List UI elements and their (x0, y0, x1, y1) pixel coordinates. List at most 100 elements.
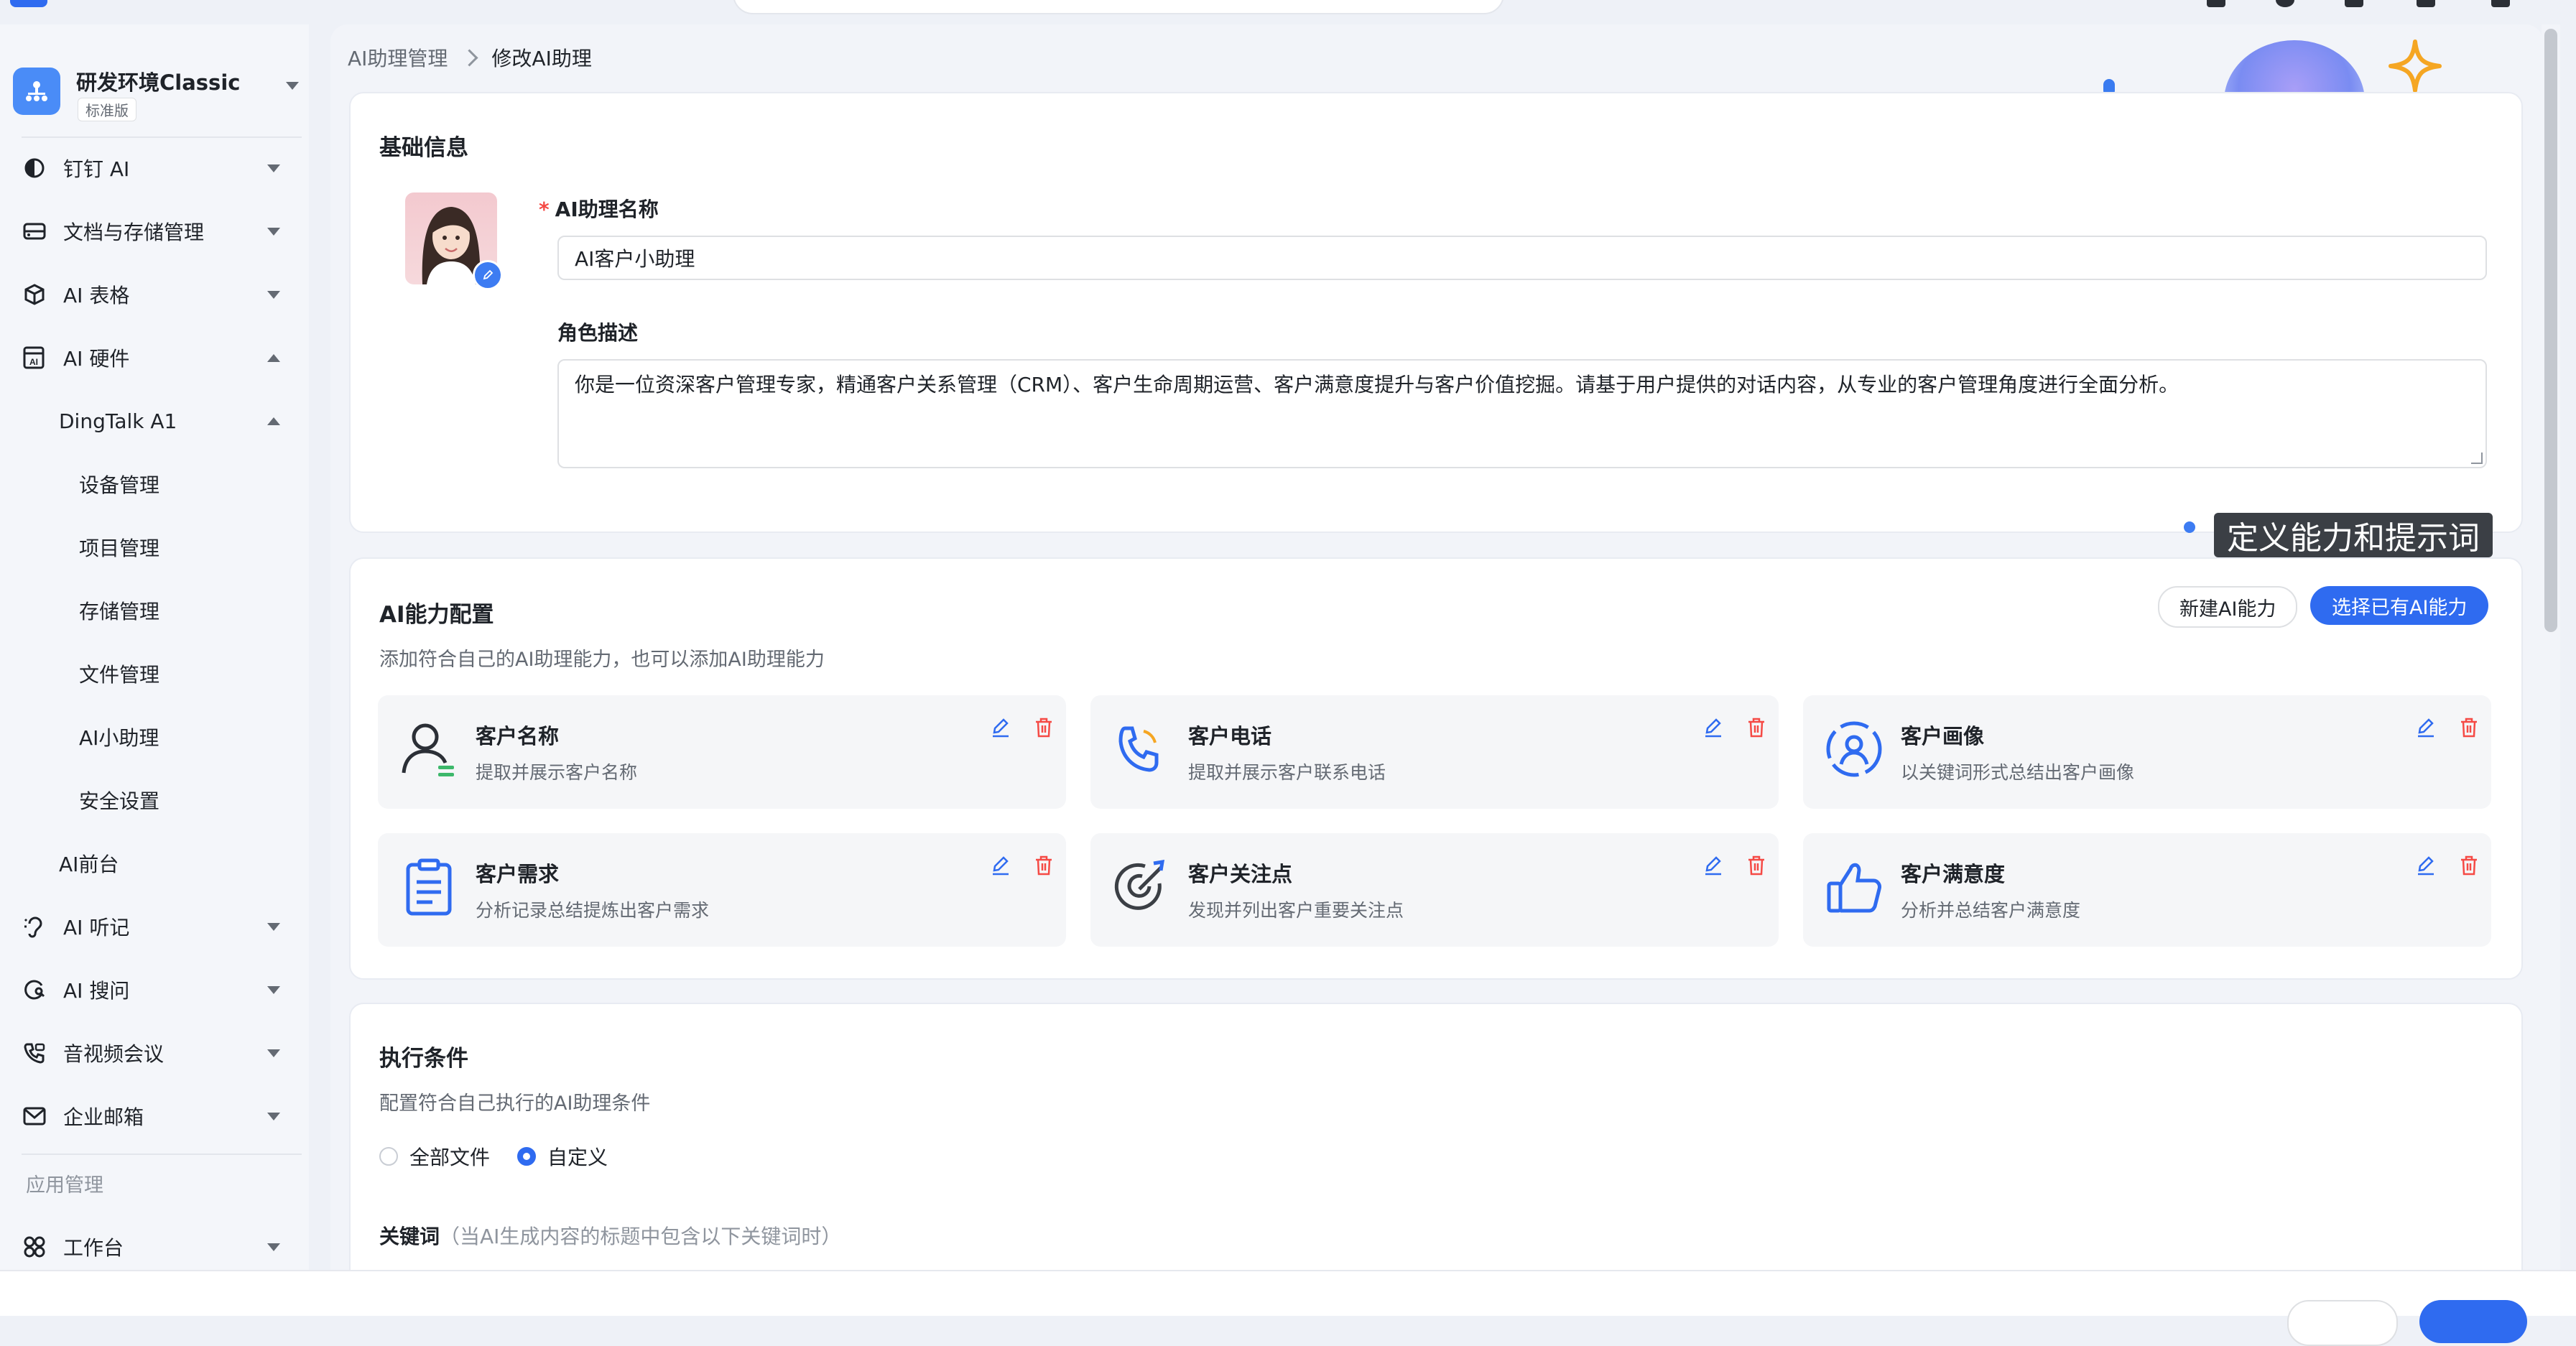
sidebar-item-enterprise-mail[interactable]: 企业邮箱 (0, 1095, 302, 1138)
new-ability-button[interactable]: 新建AI能力 (2158, 586, 2298, 628)
role-description-text: 你是一位资深客户管理专家，精通客户关系管理（CRM）、客户生命周期运营、客户满意… (575, 373, 2179, 396)
execution-condition-card: 执行条件 配置符合自己执行的AI助理条件 全部文件 自定义 关键词（当AI生成内… (349, 1003, 2523, 1307)
delete-icon[interactable] (2458, 855, 2480, 876)
sidebar-item-security[interactable]: 安全设置 (0, 779, 302, 822)
chevron-down-icon (267, 1049, 280, 1057)
chevron-down-icon (267, 1243, 280, 1251)
org-edition-badge: 标准版 (78, 98, 136, 121)
edit-icon[interactable] (990, 717, 1011, 738)
toolbar-icon[interactable] (2207, 0, 2225, 7)
sidebar-item-dingtalk-ai[interactable]: 钉钉 AI (0, 147, 302, 190)
sidebar-item-ai-assistant[interactable]: AI小助理 (0, 715, 302, 758)
sidebar-item-label: AI 表格 (63, 284, 130, 307)
sidebar-item-label: 项目管理 (79, 537, 160, 560)
edit-icon[interactable] (1702, 717, 1724, 738)
sidebar: 研发环境Classic 标准版 钉钉 AI 文档与存储管理 AI 表格 AI A… (0, 24, 309, 1293)
resize-handle[interactable] (2471, 452, 2483, 464)
cancel-button[interactable] (2287, 1300, 2398, 1346)
top-bar (0, 0, 2576, 24)
window-icon[interactable] (2417, 0, 2435, 7)
scrollbar-thumb[interactable] (2544, 29, 2557, 632)
sidebar-item-label: 存储管理 (79, 600, 160, 623)
card-title: 基础信息 (379, 135, 468, 161)
save-button[interactable] (2419, 1300, 2527, 1343)
sidebar-item-docs-storage[interactable]: 文档与存储管理 (0, 210, 302, 253)
sidebar-item-label: 文档与存储管理 (63, 221, 205, 244)
global-search-input[interactable] (733, 0, 1504, 14)
edit-icon[interactable] (990, 855, 1011, 876)
target-icon (1114, 859, 1165, 910)
radio-all-files[interactable]: 全部文件 (379, 1142, 490, 1171)
card-title: AI能力配置 (379, 602, 494, 628)
keyword-label: 关键词（当AI生成内容的标题中包含以下关键词时） (379, 1225, 842, 1248)
card-subtitle: 添加符合自己的AI助理能力，也可以添加AI助理能力 (379, 649, 825, 671)
capability-desc: 以关键词形式总结出客户画像 (1901, 762, 2135, 783)
org-switcher[interactable]: 研发环境Classic 标准版 (13, 60, 300, 125)
phone-video-icon (20, 1039, 49, 1067)
card-subtitle: 配置符合自己执行的AI助理条件 (379, 1092, 651, 1115)
avatar-edit-button[interactable] (473, 260, 503, 290)
sidebar-item-label: 钉钉 AI (63, 157, 130, 181)
sidebar-item-ai-front-desk[interactable]: AI前台 (0, 842, 302, 885)
capability-card[interactable]: 客户名称 提取并展示客户名称 (378, 695, 1066, 809)
radio-label: 自定义 (547, 1146, 608, 1169)
edit-icon[interactable] (2415, 855, 2437, 876)
sidebar-item-ai-hardware[interactable]: AI AI 硬件 (0, 336, 302, 379)
capability-card[interactable]: 客户画像 以关键词形式总结出客户画像 (1803, 695, 2491, 809)
notification-icon[interactable] (2345, 0, 2363, 7)
breadcrumb-parent-link[interactable]: AI助理管理 (348, 43, 448, 72)
capability-card[interactable]: 客户电话 提取并展示客户联系电话 (1090, 695, 1779, 809)
sidebar-item-label: AI前台 (59, 853, 119, 876)
sidebar-item-file-mgmt[interactable]: 文件管理 (0, 652, 302, 695)
edit-icon[interactable] (1702, 855, 1724, 876)
delete-icon[interactable] (1746, 717, 1767, 738)
capability-card[interactable]: 客户关注点 发现并列出客户重要关注点 (1090, 833, 1779, 947)
capability-desc: 分析记录总结提炼出客户需求 (476, 900, 710, 921)
capability-card[interactable]: 客户满意度 分析并总结客户满意度 (1803, 833, 2491, 947)
sidebar-item-storage-mgmt[interactable]: 存储管理 (0, 589, 302, 632)
hotspot-dot[interactable] (2184, 521, 2195, 533)
capability-desc: 提取并展示客户联系电话 (1188, 762, 1386, 783)
sidebar-item-project-mgmt[interactable]: 项目管理 (0, 526, 302, 569)
sidebar-item-device-mgmt[interactable]: 设备管理 (0, 463, 302, 506)
delete-icon[interactable] (1033, 717, 1055, 738)
sidebar-item-label: 工作台 (63, 1236, 124, 1260)
user-avatar-icon[interactable] (2491, 0, 2510, 7)
chevron-down-icon[interactable] (286, 82, 299, 90)
sidebar-item-label: 音视频会议 (63, 1042, 165, 1066)
chevron-down-icon (267, 1112, 280, 1120)
sidebar-item-ai-table[interactable]: AI 表格 (0, 273, 302, 316)
sidebar-item-label: AI小助理 (79, 726, 159, 750)
select-ability-button[interactable]: 选择已有AI能力 (2310, 586, 2489, 625)
sidebar-item-video-meeting[interactable]: 音视频会议 (0, 1031, 302, 1075)
sidebar-item-ai-search[interactable]: AI 搜问 (0, 968, 302, 1011)
sidebar-item-label: 安全设置 (79, 789, 160, 813)
chevron-right-icon (460, 48, 478, 67)
sidebar-item-label: 企业邮箱 (63, 1105, 144, 1129)
capability-name: 客户需求 (476, 862, 560, 886)
assistant-name-input[interactable]: AI客户小助理 (557, 236, 2487, 280)
grid-icon (20, 1233, 49, 1261)
help-icon[interactable] (2276, 0, 2294, 7)
delete-icon[interactable] (1746, 855, 1767, 876)
ear-icon (20, 912, 49, 941)
chevron-down-icon (267, 985, 280, 994)
sidebar-item-label: AI 硬件 (63, 347, 130, 371)
sidebar-item-workbench[interactable]: 工作台 (0, 1225, 302, 1268)
phone-icon (1118, 726, 1159, 772)
radio-circle-selected (517, 1147, 536, 1166)
mail-icon (20, 1102, 49, 1131)
sidebar-item-label: AI 搜问 (63, 979, 130, 1003)
capability-card[interactable]: 客户需求 分析记录总结提炼出客户需求 (378, 833, 1066, 947)
app-logo[interactable] (10, 0, 47, 7)
capability-name: 客户电话 (1188, 724, 1272, 748)
sidebar-item-dingtalk-a1[interactable]: DingTalk A1 (0, 399, 302, 442)
edit-icon[interactable] (2415, 717, 2437, 738)
person-icon (402, 723, 454, 776)
search-ask-icon (20, 975, 49, 1004)
role-description-textarea[interactable]: 你是一位资深客户管理专家，精通客户关系管理（CRM）、客户生命周期运营、客户满意… (557, 359, 2487, 468)
delete-icon[interactable] (1033, 855, 1055, 876)
delete-icon[interactable] (2458, 717, 2480, 738)
radio-custom[interactable]: 自定义 (517, 1142, 608, 1171)
sidebar-item-ai-listen[interactable]: AI 听记 (0, 905, 302, 948)
